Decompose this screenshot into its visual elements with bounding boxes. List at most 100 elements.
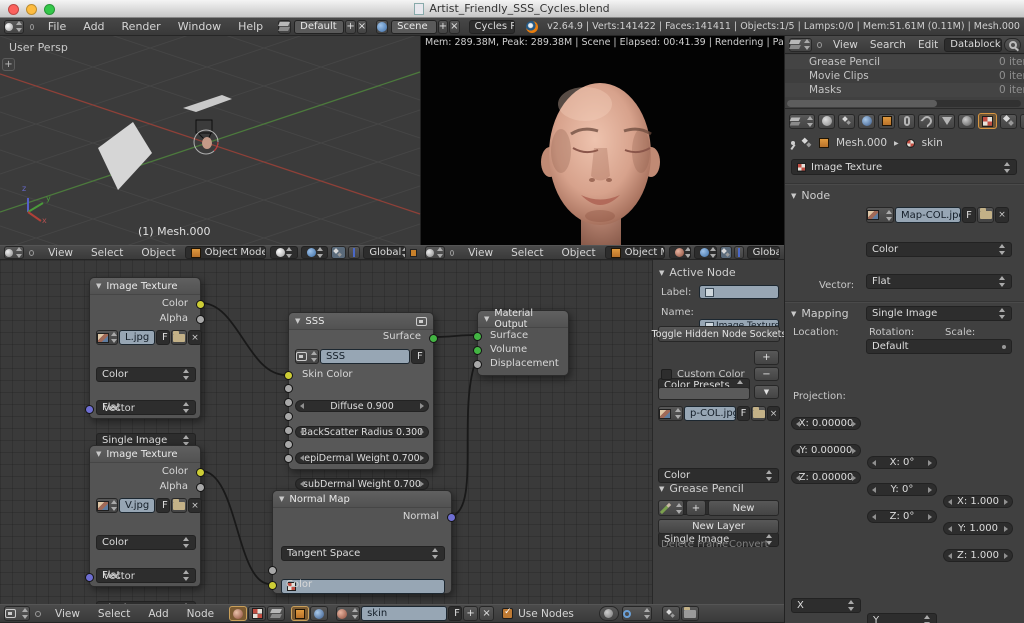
menu-add[interactable]: Add: [75, 20, 112, 33]
node-editor[interactable]: ▼Image Texture Color Alpha L.jpg F × Col…: [0, 260, 784, 604]
scene-selector[interactable]: Scene: [391, 20, 437, 34]
rotation-x-field[interactable]: X: 0°: [867, 456, 937, 469]
node-panel-header[interactable]: ▼Node: [791, 189, 830, 202]
unlink-image-button[interactable]: ×: [995, 207, 1009, 223]
close-window-icon[interactable]: [8, 4, 19, 15]
viewport2-editor-selector[interactable]: [425, 246, 445, 259]
backscatter-input-socket[interactable]: [284, 398, 293, 407]
alpha-output-socket[interactable]: [196, 483, 205, 492]
diffuse-input-socket[interactable]: [284, 384, 293, 393]
pin-icon[interactable]: [791, 141, 795, 145]
render-engine-selector[interactable]: Cycles Render: [469, 20, 516, 34]
subdermal-input-socket[interactable]: [284, 426, 293, 435]
fake-user-button[interactable]: F: [737, 406, 750, 421]
rotation-z-field[interactable]: Z: 0°: [867, 510, 937, 523]
unlink-material-button[interactable]: ×: [479, 606, 494, 621]
unlink-image-button[interactable]: ×: [767, 406, 780, 421]
fake-user-button[interactable]: F: [411, 349, 425, 364]
volume-input-socket[interactable]: [473, 346, 482, 355]
tab-scene[interactable]: [838, 114, 855, 129]
outliner-row-grease-pencil[interactable]: Grease Pencil 0 items: [785, 55, 1024, 69]
image-browse-button[interactable]: [96, 498, 118, 513]
layer-indicator[interactable]: [410, 249, 417, 257]
tab-material[interactable]: [958, 114, 975, 129]
color-space-select[interactable]: Color: [96, 367, 196, 382]
location-y-field[interactable]: Y: 0.00000: [791, 444, 861, 457]
delete-frame-button[interactable]: Delete Frame: [661, 539, 728, 550]
menu-file[interactable]: File: [40, 20, 74, 33]
screen-layout-icon-button[interactable]: [278, 20, 291, 34]
new-layer-button[interactable]: New Layer: [658, 519, 779, 534]
delete-layout-button[interactable]: ×: [357, 20, 367, 34]
color-input-socket[interactable]: [268, 581, 277, 590]
location-z-field[interactable]: Z: 0.00000: [791, 471, 861, 484]
viewport2-header-collapse-icon[interactable]: [450, 250, 454, 256]
convert-button[interactable]: Convert: [729, 539, 769, 550]
epidermal-slider[interactable]: epiDermal Weight 0.700: [295, 452, 429, 464]
proportional-edit-button[interactable]: [599, 606, 619, 621]
grease-pencil-panel-header[interactable]: ▼Grease Pencil: [659, 482, 744, 495]
node-group-icon[interactable]: [416, 317, 427, 326]
add-grease-pencil-button[interactable]: +: [686, 500, 706, 516]
active-node-panel-header[interactable]: ▼Active Node: [659, 266, 736, 279]
header-collapse-icon[interactable]: [30, 24, 34, 30]
new-grease-pencil-button[interactable]: New: [708, 500, 779, 516]
outliner-scrollbar-track[interactable]: [787, 100, 1021, 107]
specular-radius-input-socket[interactable]: [284, 440, 293, 449]
orientation-selector-2[interactable]: Global: [747, 246, 780, 259]
viewport-menu-select[interactable]: Select: [82, 247, 132, 259]
tab-object[interactable]: [878, 114, 895, 129]
image-texture-node-1[interactable]: ▼Image Texture Color Alpha L.jpg F × Col…: [89, 277, 201, 419]
projection-y-select[interactable]: Y: [867, 613, 937, 623]
image-name-field[interactable]: V.jpg: [119, 498, 155, 513]
node-menu-view[interactable]: View: [46, 608, 89, 620]
texture-type-selector[interactable]: Image Texture: [791, 159, 1017, 175]
outliner-menu-edit[interactable]: Edit: [912, 39, 944, 51]
extension-select[interactable]: Flat: [866, 274, 1012, 289]
light-plane-2[interactable]: [183, 95, 232, 112]
outliner-menu-view[interactable]: View: [827, 39, 864, 51]
pivot-selector[interactable]: [301, 246, 328, 259]
custom-color-checkbox[interactable]: [661, 369, 672, 380]
tab-physics[interactable]: [1020, 114, 1024, 129]
viewport-menu-object[interactable]: Object: [132, 247, 184, 259]
outliner-display-mode[interactable]: Datablocks: [944, 38, 1002, 52]
minimize-window-icon[interactable]: [26, 4, 37, 15]
delete-scene-button[interactable]: ×: [449, 20, 459, 34]
vector-input-socket[interactable]: [85, 405, 94, 414]
outliner-menu-search[interactable]: Search: [864, 39, 912, 51]
node-label-field[interactable]: [699, 285, 779, 299]
add-layout-button[interactable]: +: [345, 20, 355, 34]
backscatter-slider[interactable]: BackScatter Radius 0.300: [295, 426, 429, 438]
compositing-nodes-button[interactable]: [267, 606, 285, 621]
add-material-button[interactable]: +: [463, 606, 478, 621]
viewport-3d[interactable]: User Persp + (1) Mesh.000 x y z: [0, 36, 421, 245]
orientation-selector[interactable]: Global: [363, 246, 406, 259]
tab-texture[interactable]: [978, 113, 997, 129]
outliner-row-masks[interactable]: Masks 0 items: [785, 83, 1024, 97]
color-space-select[interactable]: Color: [96, 535, 196, 550]
viewport2-menu-object[interactable]: Object: [552, 247, 604, 259]
unlink-image-button[interactable]: ×: [188, 498, 202, 513]
mode-selector[interactable]: Object Mode: [185, 246, 267, 259]
open-image-button[interactable]: [171, 498, 187, 513]
snap-settings-button[interactable]: [622, 606, 652, 621]
manipulator-toggle-2[interactable]: [720, 246, 732, 259]
tab-object-data[interactable]: [938, 114, 955, 129]
node-editor-type-selector[interactable]: [4, 606, 30, 621]
subdermal-slider[interactable]: subDermal Weight 0.700: [295, 478, 429, 490]
node-color-swatch[interactable]: [658, 387, 750, 400]
render-anim-button[interactable]: [681, 606, 699, 621]
node-menu-select[interactable]: Select: [89, 608, 139, 620]
open-image-button[interactable]: [751, 406, 766, 421]
grease-pencil-browse-button[interactable]: [658, 500, 684, 516]
image-name-field[interactable]: Map-COL.jpg: [895, 207, 961, 223]
image-name-field[interactable]: L.jpg: [119, 330, 155, 345]
strength-input-socket[interactable]: [268, 566, 277, 575]
properties-type-selector[interactable]: [789, 114, 815, 129]
tab-render[interactable]: [818, 114, 835, 129]
menu-render[interactable]: Render: [114, 20, 169, 33]
node-header-collapse-icon[interactable]: [35, 611, 41, 617]
tab-particles[interactable]: [1000, 114, 1017, 129]
use-nodes-checkbox[interactable]: [502, 608, 513, 619]
